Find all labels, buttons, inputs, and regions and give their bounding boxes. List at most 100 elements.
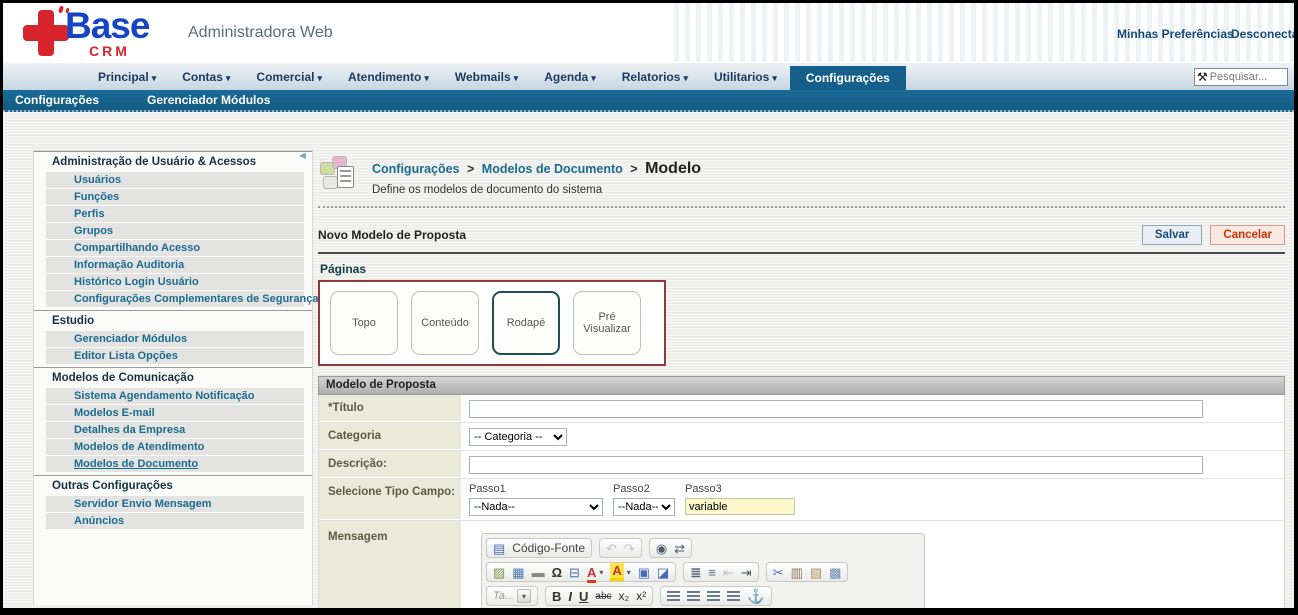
sidebar-item-perfis[interactable]: Perfis — [46, 206, 304, 222]
tab-principal[interactable]: Principal▾ — [85, 63, 169, 90]
horizontal-rule-icon[interactable]: ▬ — [532, 566, 545, 579]
align-center-icon[interactable] — [687, 591, 700, 602]
tab-configuracoes[interactable]: Configurações — [790, 66, 906, 90]
titulo-label: *Título — [319, 395, 461, 422]
sidebar-item-editor-lista-opcoes[interactable]: Editor Lista Opções — [46, 348, 304, 364]
search-input[interactable] — [1210, 71, 1280, 83]
text-color-icon[interactable]: A — [587, 565, 596, 580]
eraser-icon[interactable]: ◪ — [657, 566, 669, 579]
tab-comercial[interactable]: Comercial▾ — [243, 63, 335, 90]
editor-toolbar-row-2: ▨ ▦ ▬ Ω ⊟ A▾ A▾ ▣ ◪ — [486, 562, 920, 582]
app-title: Administradora Web — [188, 24, 333, 42]
sidebar-item-servidor-envio[interactable]: Servidor Envio Mensagem — [46, 496, 304, 512]
sidebar-item-modelos-documento[interactable]: Modelos de Documento — [46, 456, 304, 472]
subnav-configuracoes[interactable]: Configurações — [15, 93, 99, 107]
cancel-button[interactable]: Cancelar — [1210, 225, 1285, 245]
highlight-color-icon[interactable]: A — [610, 563, 623, 581]
save-button[interactable]: Salvar — [1142, 225, 1203, 245]
strikethrough-button[interactable]: abc — [595, 591, 611, 602]
passo1-label: Passo1 — [469, 483, 603, 495]
disconnect-link[interactable]: Desconectar ( — [1231, 27, 1294, 41]
align-right-icon[interactable] — [707, 591, 720, 602]
bold-button[interactable]: B — [552, 589, 561, 604]
sidebar-item-modelos-email[interactable]: Modelos E-mail — [46, 405, 304, 421]
sidebar-item-sistema-agendamento[interactable]: Sistema Agendamento Notificação — [46, 388, 304, 404]
superscript-button[interactable]: x² — [636, 589, 646, 603]
breadcrumb-configuracoes[interactable]: Configurações — [372, 162, 460, 176]
tab-atendimento[interactable]: Atendimento▾ — [335, 63, 442, 90]
italic-button[interactable]: I — [568, 589, 572, 604]
page-tab-topo[interactable]: Topo — [330, 291, 398, 355]
tab-webmails[interactable]: Webmails▾ — [442, 63, 531, 90]
sidebar-item-informacao-auditoria[interactable]: Informação Auditoria — [46, 257, 304, 273]
insert-image-icon[interactable]: ▨ — [493, 566, 505, 579]
anchor-icon[interactable]: ⚓ — [747, 589, 764, 603]
cut-icon[interactable]: ✂ — [773, 566, 784, 579]
chevron-down-icon: ▾ — [772, 73, 777, 83]
pages-tab-group: Topo Conteúdo Rodapé Pré Visualizar — [318, 280, 666, 366]
chevron-down-icon: ▾ — [683, 73, 688, 83]
sidebar-item-funcoes[interactable]: Funções — [46, 189, 304, 205]
page-tab-conteudo[interactable]: Conteúdo — [411, 291, 479, 355]
replace-icon[interactable]: ⇄ — [674, 542, 685, 555]
font-size-dropdown[interactable]: Ta... ▾ — [486, 586, 538, 606]
breadcrumb-modelos-documento[interactable]: Modelos de Documento — [482, 162, 623, 176]
sidebar-collapse-icon[interactable]: ◄ — [297, 150, 308, 162]
tab-relatorios[interactable]: Relatorios▾ — [609, 63, 701, 90]
page-tab-pre-visualizar[interactable]: Pré Visualizar — [573, 291, 641, 355]
sidebar-item-config-seguranca[interactable]: Configurações Complementares de Seguranç… — [46, 291, 304, 307]
special-char-icon[interactable]: Ω — [552, 566, 562, 579]
passo2-label: Passo2 — [613, 483, 675, 495]
sidebar-item-gerenciador-modulos[interactable]: Gerenciador Módulos — [46, 331, 304, 347]
sidebar-item-historico-login[interactable]: Histórico Login Usuário — [46, 274, 304, 290]
main-menubar: Principal▾ Contas▾ Comercial▾ Atendiment… — [3, 62, 1294, 90]
my-preferences-link[interactable]: Minhas Preferências — [1117, 27, 1234, 41]
chevron-down-icon: ▾ — [317, 73, 322, 83]
categoria-select[interactable]: -- Categoria -- — [469, 428, 567, 446]
paste-from-word-icon[interactable]: ▩ — [829, 566, 841, 579]
source-code-button[interactable]: Código-Fonte — [512, 541, 585, 555]
breadcrumb-header: Configurações > Modelos de Documento > M… — [318, 154, 1285, 196]
outdent-icon[interactable]: ⇤ — [723, 566, 734, 579]
page-break-icon[interactable]: ⊟ — [569, 566, 580, 579]
top-header: Base CRM Administradora Web Minhas Prefe… — [3, 3, 1294, 62]
paste-icon[interactable]: ▧ — [810, 566, 822, 579]
pages-label: Páginas — [320, 262, 1285, 276]
sidebar-section-modelos-comunicacao: Modelos de Comunicação Sistema Agendamen… — [34, 367, 312, 475]
sidebar-item-anuncios[interactable]: Anúncios — [46, 513, 304, 529]
redo-icon[interactable]: ↷ — [624, 542, 635, 555]
subnav-gerenciador-modulos[interactable]: Gerenciador Módulos — [147, 93, 270, 107]
undo-icon[interactable]: ↶ — [606, 542, 617, 555]
sidebar-item-grupos[interactable]: Grupos — [46, 223, 304, 239]
sidebar-item-modelos-atendimento[interactable]: Modelos de Atendimento — [46, 439, 304, 455]
tab-utilitarios[interactable]: Utilitarios▾ — [701, 63, 790, 90]
sidebar-item-detalhes-empresa[interactable]: Detalhes da Empresa — [46, 422, 304, 438]
tab-agenda[interactable]: Agenda▾ — [531, 63, 609, 90]
passo1-select[interactable]: --Nada-- — [469, 498, 603, 516]
editor-toolbar-row-1: ▤ Código-Fonte ↶ ↷ ◉ ⇄ — [486, 538, 920, 558]
editor-toolbar-row-3: Ta... ▾ B I U abc x₂ x² — [486, 586, 920, 606]
page-tab-rodape[interactable]: Rodapé — [492, 291, 560, 355]
insert-table-icon[interactable]: ▦ — [512, 566, 524, 579]
form-row-categoria: Categoria -- Categoria -- — [319, 423, 1284, 451]
select-all-icon[interactable]: ▣ — [638, 566, 650, 579]
sidebar-item-usuarios[interactable]: Usuários — [46, 172, 304, 188]
page-subtitle: Define os modelos de documento do sistem… — [372, 184, 701, 196]
subscript-button[interactable]: x₂ — [619, 589, 630, 603]
tab-contas[interactable]: Contas▾ — [169, 63, 243, 90]
descricao-input[interactable] — [469, 456, 1203, 474]
find-icon[interactable]: ◉ — [656, 542, 667, 555]
passo3-input[interactable] — [685, 498, 795, 515]
titulo-input[interactable] — [469, 400, 1203, 418]
align-left-icon[interactable] — [667, 591, 680, 602]
sidebar-item-compartilhando-acesso[interactable]: Compartilhando Acesso — [46, 240, 304, 256]
underline-button[interactable]: U — [579, 589, 588, 604]
passo2-select[interactable]: --Nada-- — [613, 498, 675, 516]
bullet-list-icon[interactable]: ≡ — [708, 566, 716, 579]
copy-icon[interactable]: ▥ — [791, 566, 803, 579]
indent-icon[interactable]: ⇥ — [741, 566, 752, 579]
rich-text-editor: ▤ Código-Fonte ↶ ↷ ◉ ⇄ — [481, 533, 925, 608]
search-tools-icon: ⚒ — [1197, 71, 1208, 83]
ordered-list-icon[interactable]: ≣ — [690, 566, 701, 579]
align-justify-icon[interactable] — [727, 591, 740, 602]
